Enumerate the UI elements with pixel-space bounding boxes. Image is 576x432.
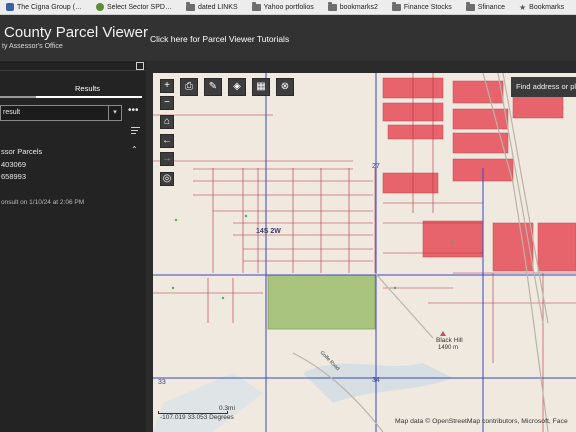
locate-icon: ◎ [162, 173, 172, 184]
coordinate-readout: -107.019 33.053 Degrees [160, 414, 234, 421]
layers-button[interactable]: ◈ [228, 78, 246, 96]
spdr-icon [95, 3, 104, 11]
home-icon: ⌂ [163, 116, 171, 127]
wash-area [153, 373, 263, 432]
folder-icon [185, 1, 195, 11]
basemap-button[interactable]: ▦ [252, 78, 270, 96]
measure-button[interactable]: ⊗ [276, 78, 294, 96]
section-label: 34 [372, 377, 380, 384]
bookmarks-bar: The Cigna Group (… Select Sector SPD… da… [0, 0, 576, 15]
section-label: 33 [158, 379, 166, 386]
search-input[interactable]: Find address or pl [511, 77, 576, 97]
section-label: 27 [372, 163, 380, 170]
zoom-in-button[interactable]: + [160, 79, 174, 93]
chevron-down-icon[interactable]: ▾ [108, 106, 121, 120]
zoom-out-button[interactable]: − [160, 96, 174, 110]
folder-icon [465, 1, 475, 11]
next-extent-button[interactable]: → [160, 152, 174, 166]
peak-marker [440, 331, 446, 336]
measure-icon: ⊗ [280, 81, 290, 92]
scale-label: 0.3mi [219, 405, 235, 412]
bookmark-label: Yahoo portfolios [263, 3, 314, 11]
tab-underline-active [36, 96, 142, 98]
parcel-group-title[interactable]: ssor Parcels [1, 147, 42, 156]
results-timestamp: onsult on 1/10/24 at 2:06 PM [1, 199, 85, 206]
chevron-up-icon[interactable]: ⌃ [131, 145, 138, 154]
folder-icon [327, 1, 337, 11]
more-options-button[interactable]: ••• [128, 105, 139, 116]
select-value: result [3, 109, 21, 116]
bookmark-label: bookmarks2 [339, 3, 378, 11]
bookmark-sfinance[interactable]: Sfinance [465, 1, 505, 11]
pencil-icon: ✎ [208, 81, 218, 92]
bookmark-dated-links[interactable]: dated LINKS [185, 1, 238, 11]
township-label: 14S 2W [256, 228, 281, 235]
bookmark-label: The Cigna Group (… [17, 3, 82, 11]
bookmark-cigna[interactable]: The Cigna Group (… [6, 3, 82, 11]
previous-extent-button[interactable]: ← [160, 134, 174, 148]
results-panel: Results result ▾ ••• ssor Parcels ⌃ 4030… [0, 61, 146, 432]
panel-tabs: Results [0, 81, 146, 98]
folder-icon [251, 1, 261, 11]
home-button[interactable]: ⌂ [160, 115, 174, 129]
bookmark-yahoo-portfolios[interactable]: Yahoo portfolios [251, 1, 314, 11]
app-subtitle: ty Assessor's Office [2, 43, 63, 50]
bookmark-label: Bookmarks [529, 3, 565, 11]
tutorial-link[interactable]: Click here for Parcel Viewer Tutorials [150, 34, 289, 44]
bookmark-spdr[interactable]: Select Sector SPD… [95, 3, 172, 11]
arrow-right-icon: → [162, 153, 172, 164]
print-button[interactable]: ⎙ [180, 78, 198, 96]
locate-button[interactable]: ◎ [160, 172, 174, 186]
app-header: County Parcel Viewer ty Assessor's Offic… [0, 15, 576, 61]
bookmark-label: Select Sector SPD… [106, 3, 172, 11]
grid-icon: ▦ [256, 81, 266, 92]
print-icon: ⎙ [185, 81, 193, 92]
dense-lots [382, 77, 576, 272]
parcel-result-item[interactable]: 403069 [1, 160, 26, 169]
parcel-map[interactable]: 14S 2W 27 33 34 Black Hill 1490 m Golfe … [153, 73, 576, 432]
arrow-left-icon: ← [162, 135, 172, 146]
selected-parcel [267, 274, 376, 330]
collapse-panel-icon[interactable] [136, 62, 144, 70]
bookmark-finance-stocks[interactable]: Finance Stocks [391, 1, 452, 11]
app-title: County Parcel Viewer [4, 24, 148, 41]
result-layer-select[interactable]: result ▾ [0, 105, 122, 121]
bookmark-bookmarks[interactable]: ★ Bookmarks [519, 3, 564, 12]
peak-label: Black Hill [436, 337, 463, 344]
sort-icon[interactable] [131, 127, 140, 136]
layers-icon: ◈ [233, 81, 241, 92]
bookmark-bookmarks2[interactable]: bookmarks2 [327, 1, 378, 11]
folder-icon [391, 1, 401, 11]
bookmark-label: dated LINKS [197, 3, 238, 11]
draw-button[interactable]: ✎ [204, 78, 222, 96]
parcel-result-item[interactable]: 658993 [1, 172, 26, 181]
tab-results[interactable]: Results [75, 84, 100, 93]
bookmark-label: Finance Stocks [403, 3, 452, 11]
star-icon: ★ [518, 2, 527, 12]
peak-elevation: 1490 m [438, 345, 459, 351]
tab-underline-inactive [0, 96, 36, 98]
cigna-icon [6, 3, 14, 11]
bookmark-label: Sfinance [477, 3, 505, 11]
panel-top-strip [0, 61, 146, 71]
map-attribution: Map data © OpenStreetMap contributors, M… [395, 418, 568, 425]
map-canvas [153, 73, 576, 432]
